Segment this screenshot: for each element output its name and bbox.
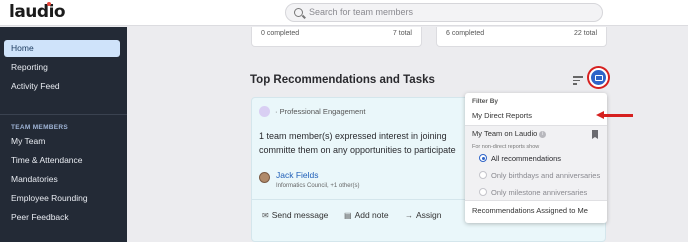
- radio-checked-icon[interactable]: [479, 154, 487, 162]
- radio-icon[interactable]: [479, 188, 487, 196]
- sidebar-divider: [0, 114, 127, 115]
- menu-item-my-team[interactable]: My Team on Laudio i: [472, 129, 547, 138]
- radio-label: Only birthdays and anniversaries: [491, 171, 601, 180]
- top-bar: laudio Search for team members: [0, 0, 688, 26]
- radio-label: All recommendations: [491, 154, 562, 163]
- radio-birthdays-anniversaries[interactable]: Only birthdays and anniversaries: [479, 171, 600, 180]
- search-icon: [294, 8, 303, 17]
- sidebar-item-time-attendance[interactable]: Time & Attendance: [4, 152, 120, 169]
- total-count: 7 total: [392, 30, 412, 37]
- filter-menu-button[interactable]: [589, 68, 608, 87]
- person-name-link[interactable]: Jack Fields: [276, 170, 319, 180]
- sidebar-item-activity-feed[interactable]: Activity Feed: [4, 78, 120, 95]
- completed-count: 0 completed: [261, 30, 300, 37]
- inbox-icon: [595, 75, 603, 81]
- menu-item-assigned-to-me[interactable]: Recommendations Assigned to Me: [472, 206, 588, 215]
- avatar: [259, 172, 270, 183]
- sidebar-item-reporting[interactable]: Reporting: [4, 59, 120, 76]
- bookmark-icon[interactable]: [592, 130, 598, 139]
- filter-by-heading: Filter By: [472, 98, 499, 105]
- send-message-button[interactable]: ✉ Send message: [262, 210, 328, 220]
- add-note-label: Add note: [354, 210, 389, 220]
- radio-label: Only milestone anniversaries: [491, 188, 588, 197]
- radio-icon[interactable]: [479, 171, 487, 179]
- category-icon: [259, 106, 270, 117]
- note-icon: ▤: [344, 211, 352, 221]
- search-placeholder: Search for team members: [309, 7, 414, 17]
- mail-icon: ✉: [262, 211, 269, 221]
- app-logo[interactable]: laudio: [9, 2, 66, 22]
- radio-milestone-anniversaries[interactable]: Only milestone anniversaries: [479, 188, 587, 197]
- radio-all-recommendations[interactable]: All recommendations: [479, 154, 561, 163]
- total-count: 22 total: [574, 30, 597, 37]
- menu-item-my-direct-reports[interactable]: My Direct Reports: [472, 111, 532, 120]
- filter-dropdown: Filter By My Direct Reports My Team on L…: [465, 93, 607, 223]
- sidebar-item-employee-rounding[interactable]: Employee Rounding: [4, 190, 120, 207]
- summary-card[interactable]: 0 completed 7 total: [251, 27, 422, 47]
- section-title: Top Recommendations and Tasks: [250, 74, 435, 86]
- info-icon[interactable]: i: [539, 131, 547, 138]
- category-label: · Professional Engagement: [275, 107, 366, 116]
- send-message-label: Send message: [271, 210, 329, 220]
- assign-button[interactable]: → Assign: [405, 210, 442, 220]
- summary-card[interactable]: 6 completed 22 total: [436, 27, 607, 47]
- completed-count: 6 completed: [446, 30, 485, 37]
- add-note-button[interactable]: ▤ Add note: [344, 210, 389, 220]
- search-input[interactable]: Search for team members: [285, 3, 603, 22]
- assign-label: Assign: [416, 210, 442, 220]
- sidebar: Home Reporting Activity Feed TEAM MEMBER…: [0, 27, 127, 242]
- sidebar-item-peer-feedback[interactable]: Peer Feedback: [4, 209, 120, 226]
- sidebar-section-label: TEAM MEMBERS: [11, 124, 69, 131]
- logo-dot: [47, 2, 51, 6]
- sort-filter-icon[interactable]: [573, 76, 583, 85]
- team-note: For non-direct reports show: [472, 144, 540, 150]
- recommendation-text: 1 team member(s) expressed interest in j…: [259, 131, 456, 155]
- sidebar-item-home[interactable]: Home: [4, 40, 120, 57]
- arrow-right-icon: →: [405, 211, 413, 221]
- sidebar-item-mandatories[interactable]: Mandatories: [4, 171, 120, 188]
- sidebar-item-my-team[interactable]: My Team: [4, 133, 120, 150]
- my-team-group: My Team on Laudio i For non-direct report…: [465, 125, 607, 201]
- person-subtitle: Informatics Council, +1 other(s): [276, 183, 360, 189]
- my-team-label: My Team on Laudio: [472, 129, 538, 138]
